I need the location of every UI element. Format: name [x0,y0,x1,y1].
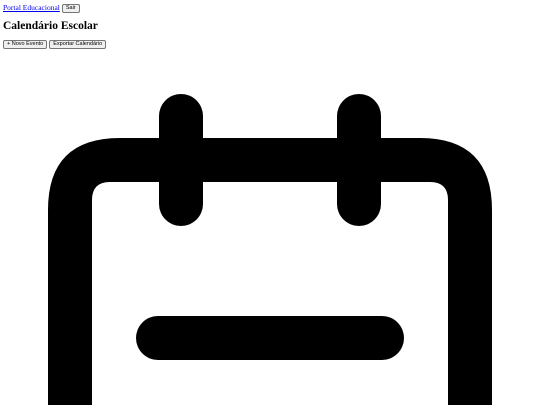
page-title: Calendário Escolar [3,20,98,32]
logout-button[interactable]: Sair [61,3,80,13]
calendar-ring-right [337,94,381,226]
toolbar: + Novo Evento Exportar Calendário [3,40,107,49]
calendar-icon [48,94,492,405]
new-event-button[interactable]: + Novo Evento [3,40,48,49]
calendar-bar [136,316,404,360]
top-nav: Portal Educacional Sair [3,2,80,14]
calendar-frame [48,138,492,405]
page: Portal Educacional Sair Calendário Escol… [0,0,540,405]
portal-home-link[interactable]: Portal Educacional [3,4,60,12]
export-calendar-button[interactable]: Exportar Calendário [49,40,107,49]
calendar-ring-left [159,94,203,226]
